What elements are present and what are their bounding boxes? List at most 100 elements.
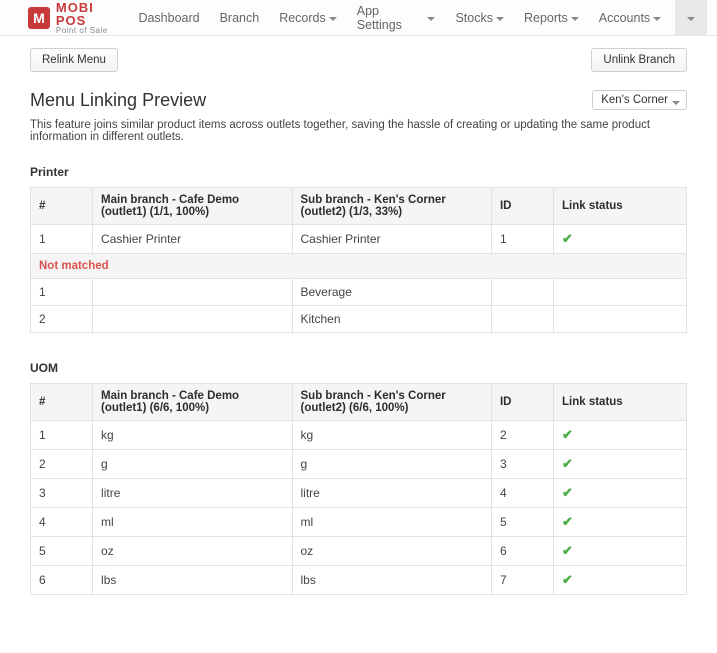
cell-main [93, 306, 292, 333]
th-main: Main branch - Cafe Demo (outlet1) (6/6, … [93, 384, 292, 421]
branch-select-value: Ken's Corner [601, 94, 668, 106]
cell-id [491, 306, 553, 333]
table-row: 1Cashier PrinterCashier Printer1✔ [31, 225, 687, 254]
uom-table-title: UOM [30, 361, 687, 375]
brand-subtitle: Point of Sale [56, 27, 129, 35]
th-num: # [31, 188, 93, 225]
cell-main: lbs [93, 566, 292, 595]
cell-num: 3 [31, 479, 93, 508]
cell-num: 2 [31, 450, 93, 479]
cell-status [554, 279, 687, 306]
cell-sub: oz [292, 537, 491, 566]
th-num: # [31, 384, 93, 421]
th-sub: Sub branch - Ken's Corner (outlet2) (6/6… [292, 384, 491, 421]
table-row: 1Beverage [31, 279, 687, 306]
cell-num: 1 [31, 225, 93, 254]
caret-down-icon [672, 101, 680, 105]
nav-item-records[interactable]: Records [269, 0, 347, 35]
table-row: 1kgkg2✔ [31, 421, 687, 450]
top-actions: Relink Menu Unlink Branch [30, 48, 687, 72]
th-id: ID [491, 188, 553, 225]
relink-menu-button[interactable]: Relink Menu [30, 48, 118, 72]
cell-status: ✔ [554, 537, 687, 566]
cell-main: Cashier Printer [93, 225, 292, 254]
table-header-row: # Main branch - Cafe Demo (outlet1) (1/1… [31, 188, 687, 225]
nav-links: DashboardBranch Records App Settings Stocks… [128, 0, 671, 35]
caret-down-icon [496, 17, 504, 21]
cell-main: kg [93, 421, 292, 450]
table-row: 3litrelitre4✔ [31, 479, 687, 508]
cell-sub: Kitchen [292, 306, 491, 333]
page-content: Relink Menu Unlink Branch Menu Linking P… [0, 36, 717, 653]
nav-item-label: Stocks [455, 11, 493, 25]
uom-table: # Main branch - Cafe Demo (outlet1) (6/6… [30, 383, 687, 595]
navbar: M MOBI POS Point of Sale DashboardBranch… [0, 0, 717, 36]
caret-down-icon [571, 17, 579, 21]
cell-id: 2 [491, 421, 553, 450]
caret-down-icon [687, 17, 695, 21]
caret-down-icon [653, 17, 661, 21]
check-icon: ✔ [562, 543, 573, 558]
caret-down-icon [329, 17, 337, 21]
check-icon: ✔ [562, 456, 573, 471]
check-icon: ✔ [562, 485, 573, 500]
cell-main [93, 279, 292, 306]
nav-profile-dropdown[interactable] [675, 0, 707, 35]
cell-num: 4 [31, 508, 93, 537]
nav-item-accounts[interactable]: Accounts [589, 0, 671, 35]
brand-text: MOBI POS Point of Sale [56, 1, 129, 35]
cell-id [491, 279, 553, 306]
nav-item-app-settings[interactable]: App Settings [347, 0, 446, 35]
table-row: 5ozoz6✔ [31, 537, 687, 566]
branch-select[interactable]: Ken's Corner [592, 90, 687, 110]
cell-sub: Cashier Printer [292, 225, 491, 254]
cell-sub: ml [292, 508, 491, 537]
cell-id: 4 [491, 479, 553, 508]
cell-sub: litre [292, 479, 491, 508]
th-status: Link status [554, 188, 687, 225]
cell-status: ✔ [554, 479, 687, 508]
table-header-row: # Main branch - Cafe Demo (outlet1) (6/6… [31, 384, 687, 421]
cell-sub: kg [292, 421, 491, 450]
th-id: ID [491, 384, 553, 421]
check-icon: ✔ [562, 231, 573, 246]
cell-main: litre [93, 479, 292, 508]
cell-status: ✔ [554, 225, 687, 254]
cell-num: 5 [31, 537, 93, 566]
brand[interactable]: M MOBI POS Point of Sale [28, 1, 128, 35]
table-row: 6lbslbs7✔ [31, 566, 687, 595]
cell-id: 7 [491, 566, 553, 595]
nav-item-dashboard[interactable]: Dashboard [128, 0, 209, 35]
cell-id: 3 [491, 450, 553, 479]
nav-item-label: App Settings [357, 4, 425, 32]
not-matched-label: Not matched [31, 254, 687, 279]
nav-item-stocks[interactable]: Stocks [445, 0, 514, 35]
cell-status: ✔ [554, 566, 687, 595]
nav-item-label: Records [279, 11, 326, 25]
page-title: Menu Linking Preview [30, 90, 206, 111]
check-icon: ✔ [562, 514, 573, 529]
brand-logo-icon: M [28, 7, 50, 29]
table-row: 4mlml5✔ [31, 508, 687, 537]
printer-table: # Main branch - Cafe Demo (outlet1) (1/1… [30, 187, 687, 333]
unlink-branch-button[interactable]: Unlink Branch [591, 48, 687, 72]
cell-id: 1 [491, 225, 553, 254]
page-description: This feature joins similar product items… [30, 119, 687, 143]
cell-num: 6 [31, 566, 93, 595]
not-matched-row: Not matched [31, 254, 687, 279]
title-row: Menu Linking Preview Ken's Corner [30, 90, 687, 111]
nav-item-branch[interactable]: Branch [210, 0, 270, 35]
cell-status: ✔ [554, 450, 687, 479]
cell-main: ml [93, 508, 292, 537]
cell-status: ✔ [554, 421, 687, 450]
th-main: Main branch - Cafe Demo (outlet1) (1/1, … [93, 188, 292, 225]
check-icon: ✔ [562, 427, 573, 442]
cell-id: 6 [491, 537, 553, 566]
cell-sub: g [292, 450, 491, 479]
table-row: 2gg3✔ [31, 450, 687, 479]
nav-item-reports[interactable]: Reports [514, 0, 589, 35]
cell-num: 2 [31, 306, 93, 333]
caret-down-icon [427, 17, 435, 21]
cell-status [554, 306, 687, 333]
brand-title: MOBI POS [56, 1, 129, 27]
